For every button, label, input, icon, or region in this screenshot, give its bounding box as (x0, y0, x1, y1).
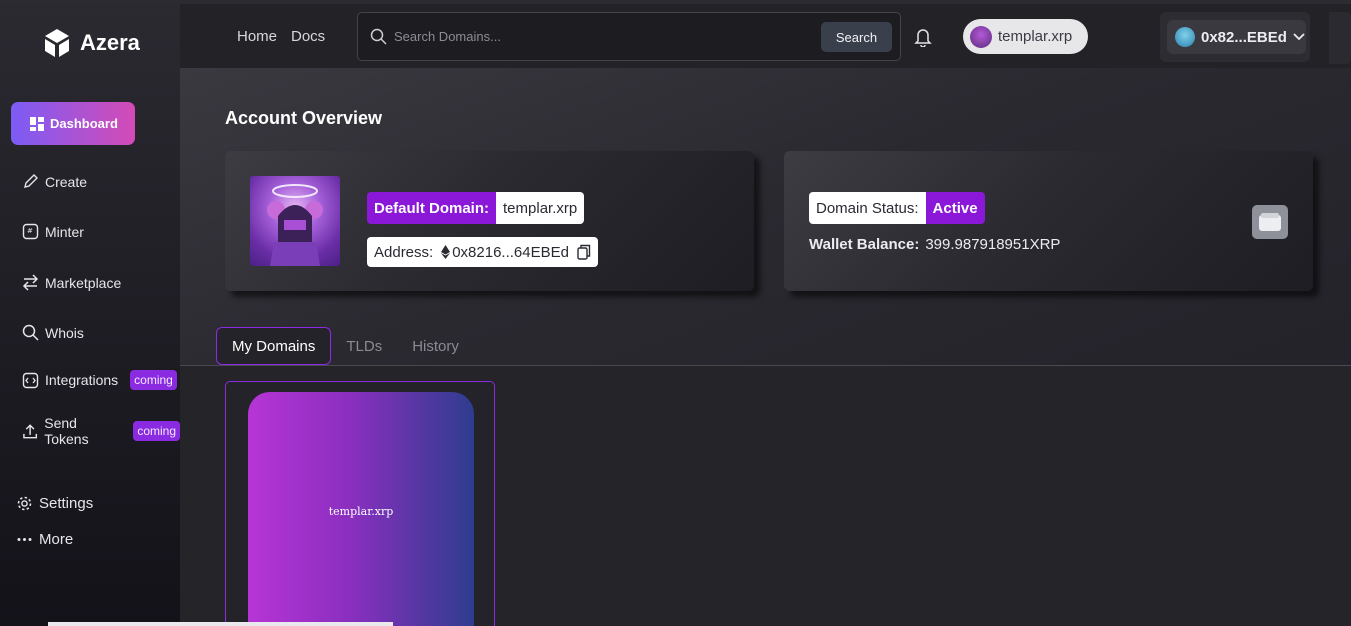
copy-icon[interactable] (577, 244, 591, 260)
sidebar-item-minter[interactable]: # Minter (22, 223, 84, 240)
domain-status-field: Domain Status: Active (809, 192, 985, 224)
address-label: Address: (374, 243, 434, 261)
tabs: My Domains TLDs History (216, 327, 474, 365)
ethereum-icon (441, 245, 451, 259)
sidebar-item-integrations[interactable]: Integrations coming (22, 370, 177, 390)
brand-name: Azera (80, 30, 140, 55)
search-icon (370, 28, 387, 45)
domain-nft-name: templar.xrp (328, 504, 394, 518)
page-title: Account Overview (225, 108, 383, 128)
azera-logo-icon (45, 29, 69, 57)
sidebar-item-whois[interactable]: Whois (22, 324, 84, 341)
sidebar-item-label: Settings (39, 495, 94, 512)
avatar-art (267, 184, 323, 266)
sidebar-item-label: Whois (45, 324, 84, 341)
domain-card-item[interactable]: templar.xrp (225, 381, 495, 626)
sidebar-item-label: Dashboard (50, 116, 118, 131)
topbar-edge (1329, 12, 1351, 64)
wallet-balance-value: 399.987918951XRP (925, 236, 1061, 253)
sidebar-item-settings[interactable]: Settings (16, 495, 93, 512)
nav-link-docs[interactable]: Docs (291, 28, 325, 45)
user-domain-label: templar.xrp (998, 28, 1073, 45)
address-value-wrap: 0x8216...64EBEd (441, 244, 569, 261)
tab-my-domains[interactable]: My Domains (216, 327, 332, 365)
wallet-icon (1259, 213, 1281, 231)
sidebar-item-more[interactable]: More (16, 531, 73, 548)
address-value: 0x8216...64EBEd (452, 243, 569, 261)
coming-badge: coming (130, 370, 177, 390)
sidebar-item-label: More (39, 531, 74, 548)
topbar: Home Docs Search Domains... Search templ… (180, 4, 1351, 68)
domain-nft-image: templar.xrp (248, 392, 474, 626)
horizontal-scrollbar[interactable] (48, 622, 393, 626)
wallet-balance: Wallet Balance: 399.987918951XRP (809, 236, 1060, 253)
default-domain-value: templar.xrp (496, 192, 585, 224)
nav-link-home[interactable]: Home (237, 28, 277, 45)
domain-card: Default Domain: templar.xrp Address: 0x8… (225, 151, 754, 291)
logo[interactable]: Azera (40, 26, 140, 60)
user-domain-pill[interactable]: templar.xrp (963, 19, 1088, 54)
pencil-icon (24, 174, 38, 188)
sidebar-item-label: Create (45, 173, 88, 190)
wallet-avatar (1175, 27, 1195, 47)
sidebar-item-send-tokens[interactable]: Send Tokens coming (22, 415, 180, 447)
domain-avatar-image (250, 176, 340, 266)
domain-status-label: Domain Status: (809, 192, 926, 224)
app: Azera Dashboard Create # Minter Marketpl… (0, 0, 1351, 626)
integrations-icon (22, 372, 39, 388)
wallet-address-label: 0x82...EBEd (1201, 28, 1287, 46)
minter-icon: # (22, 223, 39, 240)
svg-text:#: # (27, 227, 33, 235)
address-field: Address: 0x8216...64EBEd (367, 237, 598, 267)
sidebar-item-label: Send Tokens (44, 415, 89, 447)
wallet-status-card: Domain Status: Active Wallet Balance: 399… (784, 151, 1313, 291)
tab-tlds[interactable]: TLDs (331, 327, 397, 365)
dots-icon (17, 538, 32, 541)
search-input[interactable]: Search Domains... (394, 29, 501, 44)
dashboard-icon (30, 116, 44, 131)
search-icon (22, 324, 39, 341)
search-button[interactable]: Search (821, 22, 892, 52)
default-domain-label: Default Domain: (367, 192, 497, 224)
tab-history[interactable]: History (397, 327, 474, 365)
sidebar-item-label: Integrations (45, 372, 119, 388)
wallet-button[interactable] (1252, 205, 1288, 239)
swap-arrows-icon (22, 274, 39, 291)
status-badge: Active (925, 192, 985, 224)
sidebar-item-create[interactable]: Create (22, 173, 87, 190)
domains-grid: templar.xrp (180, 366, 1351, 626)
wallet-balance-label: Wallet Balance: (809, 236, 920, 253)
coming-badge: coming (133, 421, 180, 441)
avatar (970, 25, 992, 48)
default-domain-field: Default Domain: templar.xrp (367, 192, 585, 224)
search-bar[interactable]: Search Domains... Search (357, 12, 901, 61)
wallet-dropdown[interactable]: 0x82...EBEd (1160, 12, 1310, 62)
wallet-button[interactable]: 0x82...EBEd (1167, 20, 1306, 54)
upload-icon (23, 423, 38, 438)
bell-icon[interactable] (914, 27, 932, 47)
chevron-down-icon (1293, 33, 1305, 41)
sidebar-item-label: Minter (45, 223, 84, 240)
sidebar-item-label: Marketplace (45, 274, 122, 291)
sidebar: Azera Dashboard Create # Minter Marketpl… (0, 4, 180, 626)
sidebar-item-marketplace[interactable]: Marketplace (22, 274, 121, 291)
gear-icon (17, 496, 32, 511)
main-content: Account Overview Default Domain: templar… (180, 68, 1351, 626)
sidebar-item-dashboard[interactable]: Dashboard (11, 102, 135, 145)
